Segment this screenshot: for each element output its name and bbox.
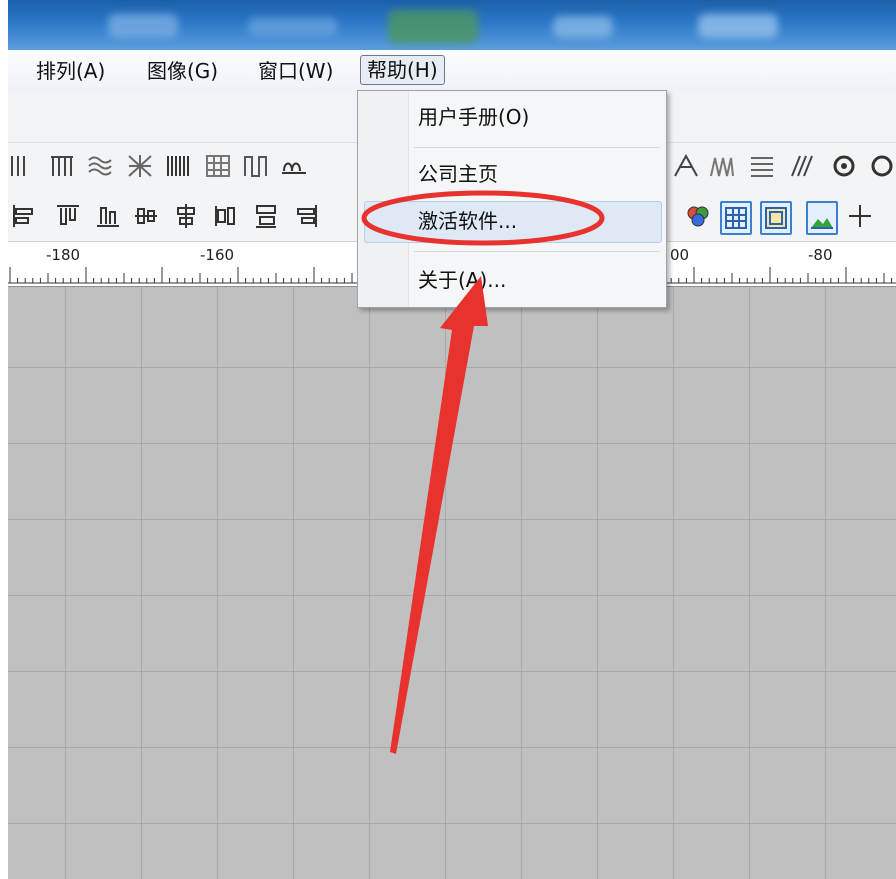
grid-line-vertical: [445, 287, 446, 879]
grid-line-horizontal: [8, 519, 896, 520]
pattern-cross-icon[interactable]: [126, 151, 154, 181]
menu-icon-gutter: [358, 91, 409, 307]
menu-item-company-homepage[interactable]: 公司主页: [418, 157, 498, 191]
grid-line-vertical: [597, 287, 598, 879]
pattern-zigzag-icon[interactable]: [708, 151, 736, 181]
align-top-icon[interactable]: [54, 201, 82, 231]
grid-line-vertical: [521, 287, 522, 879]
drawing-canvas[interactable]: [8, 287, 896, 879]
align-left-icon[interactable]: [10, 201, 38, 231]
grid-line-vertical: [369, 287, 370, 879]
distribute-h-icon[interactable]: [212, 201, 240, 231]
menu-separator: [414, 147, 660, 148]
grid-line-horizontal: [8, 443, 896, 444]
pattern-diagonal-icon[interactable]: [788, 151, 816, 181]
pattern-lines-icon[interactable]: [748, 151, 776, 181]
menu-window[interactable]: 窗口(W): [252, 57, 339, 85]
pattern-grid-icon[interactable]: [204, 151, 232, 181]
distribute-v-icon[interactable]: [252, 201, 280, 231]
grid-line-vertical: [673, 287, 674, 879]
grid-line-vertical: [141, 287, 142, 879]
pattern-loop-icon[interactable]: [280, 151, 308, 181]
frame-toggle-icon[interactable]: [760, 201, 792, 235]
grid-line-horizontal: [8, 747, 896, 748]
target-icon-2[interactable]: [868, 151, 896, 181]
pattern-peak-icon[interactable]: [672, 151, 700, 181]
move-crosshair-icon[interactable]: [846, 201, 874, 231]
menu-item-about[interactable]: 关于(A)...: [418, 263, 506, 297]
help-dropdown-menu: 用户手册(O) 公司主页 激活软件... 关于(A)...: [357, 90, 667, 308]
title-bar: [8, 0, 896, 50]
menu-arrange[interactable]: 排列(A): [30, 57, 111, 85]
grid-line-horizontal: [8, 823, 896, 824]
align-center-h-icon[interactable]: [132, 201, 160, 231]
target-icon[interactable]: [830, 151, 858, 181]
grid-line-horizontal: [8, 367, 896, 368]
align-right-icon[interactable]: [292, 201, 320, 231]
menu-bar: 排列(A) 图像(G) 窗口(W) 帮助(H): [8, 50, 896, 93]
grid-line-vertical: [293, 287, 294, 879]
menu-image[interactable]: 图像(G): [141, 57, 224, 85]
menu-item-activate-software[interactable]: 激活软件...: [418, 204, 517, 238]
grid-line-vertical: [65, 287, 66, 879]
menu-separator: [414, 251, 660, 252]
grid-line-vertical: [749, 287, 750, 879]
grid-line-horizontal: [8, 671, 896, 672]
pattern-tool-icon[interactable]: [8, 151, 36, 181]
pattern-comb-icon[interactable]: [48, 151, 76, 181]
color-palette-icon[interactable]: [684, 201, 712, 231]
align-center-v-icon[interactable]: [172, 201, 200, 231]
align-bottom-icon[interactable]: [94, 201, 122, 231]
pattern-dense-icon[interactable]: [164, 151, 192, 181]
grid-line-horizontal: [8, 595, 896, 596]
menu-help[interactable]: 帮助(H): [360, 55, 445, 85]
pattern-pulse-icon[interactable]: [242, 151, 270, 181]
landscape-view-icon[interactable]: [806, 201, 838, 235]
menu-item-user-manual[interactable]: 用户手册(O): [418, 100, 529, 134]
grid-line-vertical: [825, 287, 826, 879]
pattern-wave-icon[interactable]: [86, 151, 114, 181]
grid-line-vertical: [217, 287, 218, 879]
grid-toggle-icon[interactable]: [720, 201, 752, 235]
